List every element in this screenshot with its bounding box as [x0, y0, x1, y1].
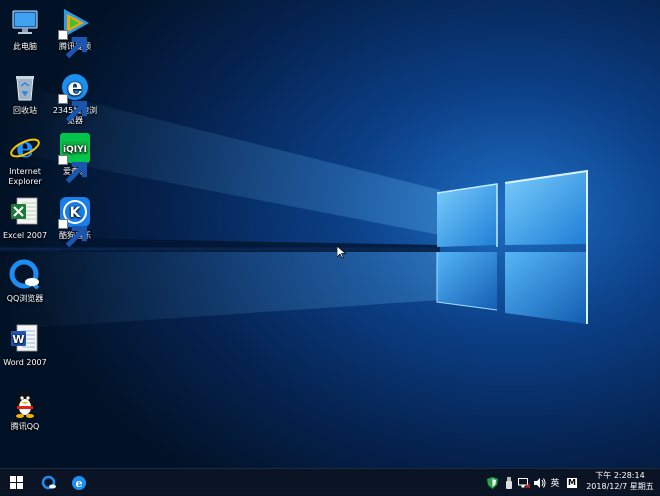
desktop-icon-this-pc[interactable]: 此电脑 — [1, 6, 49, 52]
tray-security-shield[interactable] — [484, 469, 500, 496]
shield-icon — [486, 476, 498, 489]
tray-ime-indicator[interactable]: M — [565, 469, 579, 496]
desktop-icon-label: QQ浏览器 — [6, 294, 44, 303]
tray-usb-device[interactable] — [502, 469, 516, 496]
desktop-icon-label: Excel 2007 — [2, 231, 48, 240]
desktop-icon-internet-explorer[interactable]: e Internet Explorer — [1, 131, 49, 187]
desktop-icon-word-2007[interactable]: W Word 2007 — [1, 322, 49, 368]
ime-label: M — [567, 477, 577, 488]
desktop-icon-label: 腾讯QQ — [10, 422, 40, 431]
shortcut-arrow-icon — [58, 155, 88, 184]
shortcut-arrow-icon — [58, 219, 88, 248]
desktop-icon-label: Internet Explorer — [8, 167, 42, 186]
desktop-icon-label: 此电脑 — [13, 42, 37, 51]
tray-network[interactable] — [517, 469, 531, 496]
shortcut-arrow-icon — [58, 94, 88, 123]
taskbar: e 英 M 下午 2:28:14 2018/12/7 星期五 — [0, 468, 660, 495]
svg-text:e: e — [16, 131, 34, 164]
desktop-icon-iqiyi[interactable]: iQIYI 爱奇艺 — [51, 131, 99, 184]
volume-icon — [534, 477, 546, 488]
kugou-icon: K — [58, 195, 92, 248]
iqiyi-icon: iQIYI — [58, 131, 92, 184]
desktop-icon-label: Word 2007 — [3, 358, 47, 367]
desktop-icon-excel-2007[interactable]: Excel 2007 — [1, 195, 49, 241]
qq-penguin-icon — [8, 386, 42, 420]
network-icon — [518, 477, 530, 488]
ie-icon: e — [8, 131, 42, 165]
excel-icon — [8, 195, 42, 229]
taskbar-clock[interactable]: 下午 2:28:14 2018/12/7 星期五 — [586, 470, 654, 495]
kugou-logo-letter: K — [70, 205, 82, 221]
desktop-icon-tencent-video[interactable]: 腾讯视频 — [51, 6, 99, 59]
desktop-icon-2345-browser[interactable]: e 2345加速浏览器 — [51, 70, 99, 126]
ie-icon: e — [72, 475, 86, 490]
desktop-icon-tencent-qq[interactable]: 腾讯QQ — [1, 386, 49, 432]
qq-browser-icon — [41, 475, 56, 489]
desktop-icon-label: 回收站 — [13, 106, 37, 115]
mouse-cursor-icon — [337, 246, 346, 259]
start-button[interactable] — [0, 469, 32, 496]
word-icon: W — [8, 322, 42, 356]
svg-text:W: W — [12, 333, 24, 346]
2345-browser-icon: e — [58, 70, 92, 123]
qq-browser-icon — [8, 258, 42, 292]
this-pc-icon — [8, 6, 42, 40]
tray-volume[interactable] — [532, 469, 548, 496]
taskbar-ie[interactable]: e — [66, 469, 92, 496]
clock-time: 下午 2:28:14 — [595, 471, 645, 480]
desktop-icon-recycle-bin[interactable]: 回收站 — [1, 70, 49, 116]
clock-date: 2018/12/7 星期五 — [586, 482, 654, 491]
recycle-bin-icon — [8, 70, 42, 104]
desktop-wallpaper — [0, 0, 660, 468]
svg-text:e: e — [76, 477, 83, 490]
tray-input-language[interactable]: 英 — [548, 469, 562, 496]
usb-drive-icon — [506, 476, 512, 489]
iqiyi-logo-text: iQIYI — [63, 145, 87, 155]
taskbar-qq-browser[interactable] — [36, 469, 62, 496]
windows-logo-icon — [9, 476, 23, 489]
desktop-icon-qq-browser[interactable]: QQ浏览器 — [1, 258, 49, 304]
tencent-video-icon — [58, 6, 92, 59]
shortcut-arrow-icon — [58, 30, 88, 59]
desktop-icon-kugou-music[interactable]: K 酷狗音乐 — [51, 195, 99, 248]
